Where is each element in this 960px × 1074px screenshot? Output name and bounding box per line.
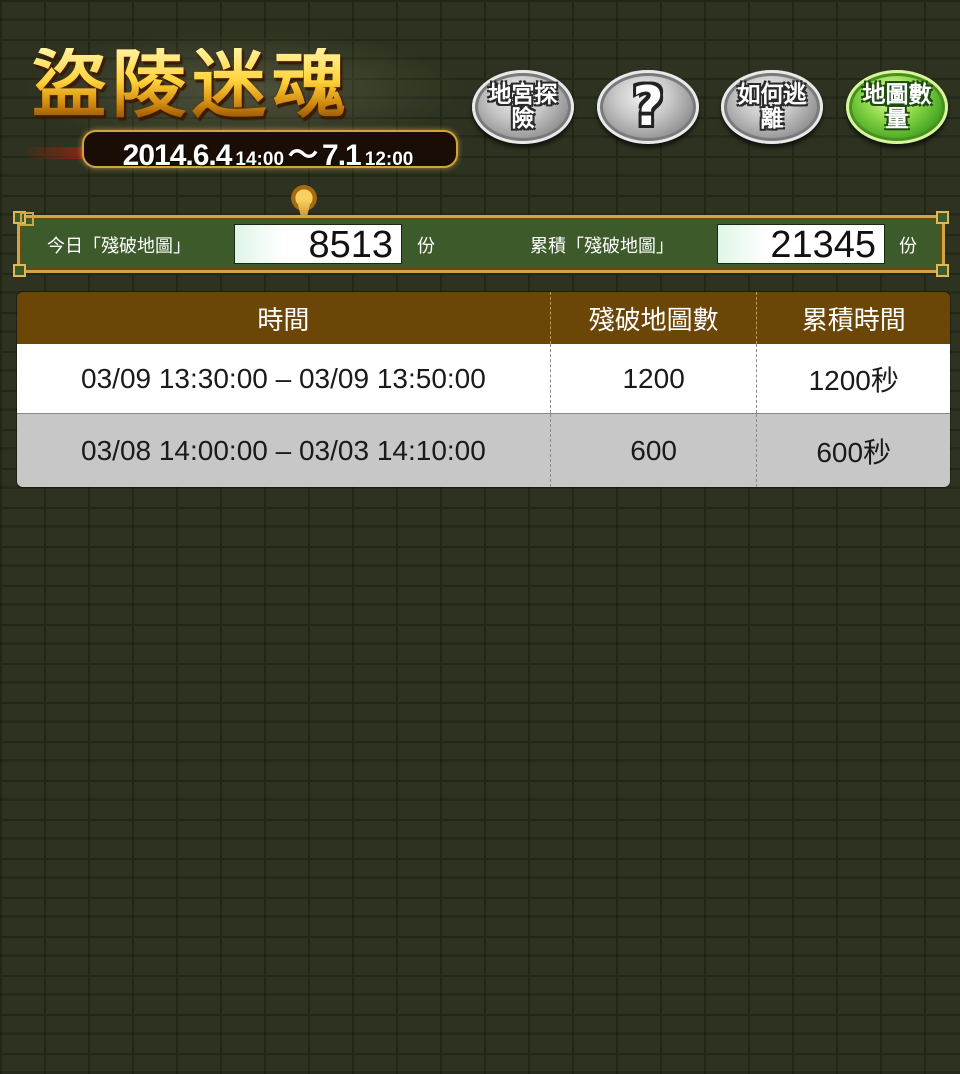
golden-ornament-icon [284,178,324,218]
cell-time: 03/09 13:30:00 – 03/09 13:50:00 [81,362,486,394]
corner-ornament [936,211,949,224]
map-record-table: 時間 殘破地圖數 累積時間 03/09 13:30:00 – 03/09 13:… [17,292,950,487]
table-row: 03/09 13:30:00 – 03/09 13:50:00 1200 120… [17,344,950,414]
table-row: 03/08 14:00:00 – 03/03 14:10:00 600 600秒 [17,414,950,487]
cell-map-count: 600 [549,414,757,487]
explore-button[interactable]: 地宮探險 [472,70,574,144]
event-title: 盜陵迷魂 [32,42,352,128]
explore-button-label: 地宮探險 [488,82,558,132]
date-start: 2014.6.4 [122,139,233,172]
header-map-count: 殘破地圖數 [549,292,757,344]
table-header-row: 時間 殘破地圖數 累積時間 [17,292,950,344]
corner-ornament [936,264,949,277]
cell-accumulated-time: 600秒 [756,414,950,487]
event-logo: 盜陵迷魂 2014.6.4 14:00 ～ 7.1 12:00 [22,30,462,218]
header-accumulated-time: 累積時間 [756,292,950,344]
escape-guide-button[interactable]: 如何逃離 [721,70,823,144]
today-maps-value: 8513 [234,224,402,265]
total-maps-unit: 份 [899,236,917,257]
total-maps-value: 21345 [717,224,885,265]
escape-guide-button-label: 如何逃離 [737,82,807,132]
corner-ornament [13,211,26,224]
help-button[interactable]: ? [597,70,699,144]
today-maps-label: 今日「殘破地圖」 [47,236,191,257]
date-end: 7.1 [322,139,362,172]
question-mark-icon: ? [632,75,664,138]
time-start: 14:00 [235,149,285,170]
cell-time: 03/08 14:00:00 – 03/03 14:10:00 [81,434,486,466]
corner-ornament [13,264,26,277]
total-maps-label: 累積「殘破地圖」 [530,236,674,257]
map-count-button-label: 地圖數量 [862,82,932,132]
date-separator: ～ [288,139,319,172]
map-count-button[interactable]: 地圖數量 [846,70,948,144]
cell-accumulated-time: 1200秒 [756,344,950,413]
map-counter-bar: 今日「殘破地圖」 8513 份 累積「殘破地圖」 21345 份 [13,211,949,277]
header-time: 時間 [257,305,310,336]
cell-map-count: 1200 [549,344,757,413]
time-end: 12:00 [364,149,414,170]
event-date-range: 2014.6.4 14:00 ～ 7.1 12:00 [82,130,454,172]
today-maps-unit: 份 [417,236,435,257]
